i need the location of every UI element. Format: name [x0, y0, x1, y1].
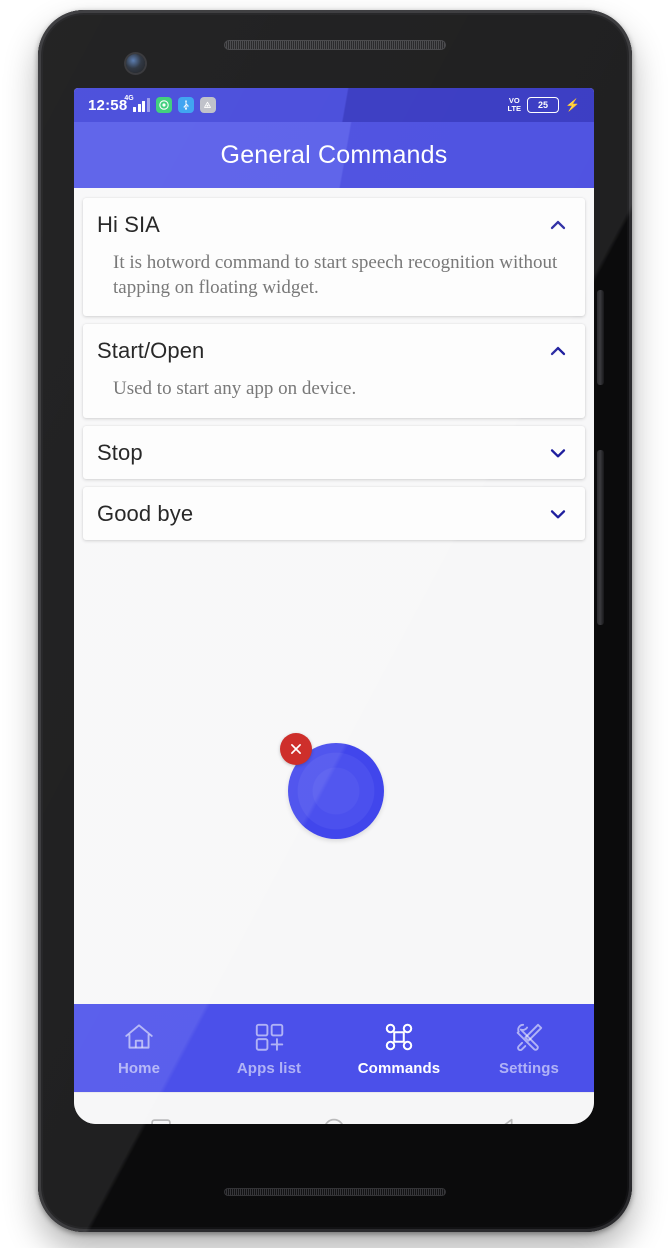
command-description: It is hotword command to start speech re… [113, 252, 558, 298]
chevron-down-icon[interactable] [547, 442, 569, 464]
command-description: Used to start any app on device. [113, 378, 357, 400]
commands-list: Hi SIA It is hotword command to start sp… [74, 188, 594, 1004]
command-card-hi-sia[interactable]: Hi SIA It is hotword command to start sp… [83, 198, 585, 317]
command-title: Start/Open [97, 338, 205, 364]
command-title: Hi SIA [97, 212, 160, 237]
page-title: General Commands [220, 140, 448, 169]
command-card-header[interactable]: Start/Open [83, 324, 585, 377]
front-camera [126, 54, 145, 73]
volte-icon: VO LTE [507, 97, 521, 113]
command-card-good-bye[interactable]: Good bye [83, 487, 585, 541]
status-bar: 12:58 4G VO LTE 25 ⚡ [74, 88, 594, 122]
back-button[interactable] [492, 1114, 522, 1124]
charging-bolt-icon: ⚡ [565, 98, 580, 112]
command-title: Stop [97, 440, 143, 466]
nav-item-commands[interactable]: Commands [334, 1004, 464, 1092]
close-icon[interactable] [280, 733, 312, 765]
signal-icon: 4G [124, 95, 150, 112]
wrench-screwdriver-icon [516, 1023, 543, 1051]
chevron-up-icon[interactable] [547, 340, 569, 362]
status-bar-right: VO LTE 25 ⚡ [507, 97, 580, 113]
network-type-label: 4G [124, 95, 134, 102]
nav-item-home[interactable]: Home [74, 1004, 204, 1092]
volte-line-2: LTE [507, 104, 522, 113]
nav-item-settings[interactable]: Settings [464, 1004, 594, 1092]
bottom-speaker [224, 1188, 446, 1196]
command-card-header[interactable]: Good bye [83, 487, 585, 540]
command-card-header[interactable]: Stop [83, 426, 585, 479]
command-card-header[interactable]: Hi SIA [83, 198, 585, 251]
usb-icon [177, 97, 194, 113]
power-button[interactable] [597, 290, 604, 385]
bottom-navigation: Home Apps list Commands Settings [74, 1004, 594, 1092]
command-title: Good bye [97, 501, 194, 527]
app-bar: General Commands [74, 122, 594, 188]
nav-label: Apps list [236, 1059, 302, 1077]
status-bar-left: 12:58 4G [88, 95, 216, 114]
command-card-stop[interactable]: Stop [83, 426, 585, 480]
home-button[interactable] [319, 1114, 349, 1124]
nav-label: Commands [357, 1059, 441, 1077]
recorder-icon [155, 97, 172, 113]
recents-button[interactable] [146, 1114, 176, 1124]
nav-item-apps-list[interactable]: Apps list [204, 1004, 334, 1092]
volume-rocker[interactable] [597, 450, 604, 625]
chevron-down-icon[interactable] [547, 503, 569, 525]
nav-label: Settings [499, 1059, 559, 1077]
chevron-up-icon[interactable] [547, 214, 569, 236]
battery-indicator: 25 [527, 97, 560, 113]
phone-screen: 12:58 4G VO LTE 25 ⚡ General Commands Hi… [74, 88, 594, 1124]
earpiece-speaker [224, 40, 446, 50]
command-card-body: It is hotword command to start speech re… [83, 251, 585, 316]
command-card-start-open[interactable]: Start/Open Used to start any app on devi… [83, 324, 585, 419]
floating-mic-widget[interactable] [280, 733, 386, 839]
app-icon [199, 97, 216, 113]
android-system-nav [74, 1092, 594, 1124]
nav-label: Home [117, 1059, 161, 1077]
command-key-icon [385, 1023, 413, 1050]
apps-grid-plus-icon [255, 1023, 284, 1051]
status-time: 12:58 [88, 96, 128, 114]
command-card-body: Used to start any app on device. [83, 377, 585, 418]
home-icon [125, 1023, 153, 1049]
